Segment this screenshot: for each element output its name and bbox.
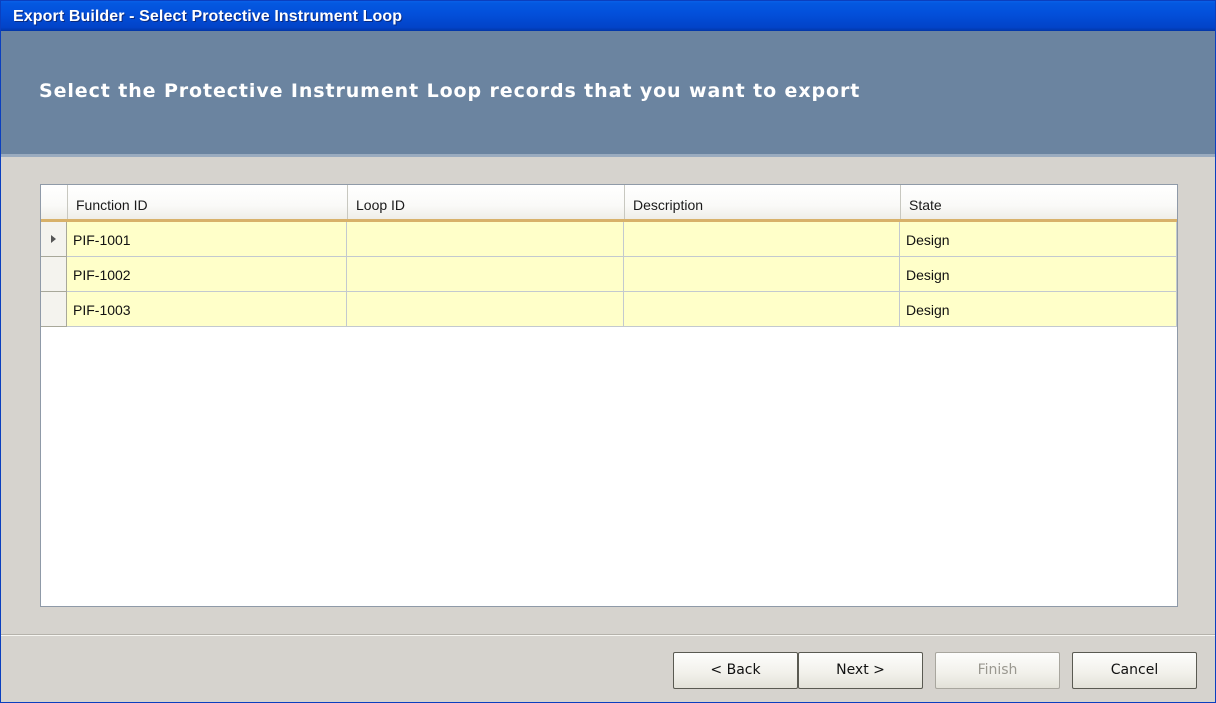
- table-row[interactable]: PIF-1003 Design: [41, 292, 1177, 327]
- page-heading: Select the Protective Instrument Loop re…: [39, 80, 861, 102]
- cell-function-id[interactable]: PIF-1002: [67, 257, 347, 292]
- row-selector[interactable]: [41, 222, 67, 257]
- cancel-button[interactable]: Cancel: [1072, 652, 1197, 689]
- cell-function-id[interactable]: PIF-1001: [67, 222, 347, 257]
- header-banner: Select the Protective Instrument Loop re…: [1, 31, 1215, 154]
- export-builder-dialog: Export Builder - Select Protective Instr…: [0, 0, 1216, 703]
- current-row-arrow-icon: [51, 235, 56, 243]
- cell-description[interactable]: [624, 292, 900, 327]
- window-title: Export Builder - Select Protective Instr…: [13, 8, 403, 25]
- row-selector[interactable]: [41, 257, 67, 292]
- cell-description[interactable]: [624, 257, 900, 292]
- column-header-state[interactable]: State: [900, 185, 1177, 219]
- table-row[interactable]: PIF-1002 Design: [41, 257, 1177, 292]
- column-header-loop-id[interactable]: Loop ID: [347, 185, 624, 219]
- row-selector-header: [41, 185, 67, 219]
- back-button[interactable]: < Back: [673, 652, 798, 689]
- cell-function-id[interactable]: PIF-1003: [67, 292, 347, 327]
- next-button[interactable]: Next >: [798, 652, 923, 689]
- banner-divider: [1, 154, 1215, 157]
- cell-state[interactable]: Design: [900, 292, 1177, 327]
- cell-loop-id[interactable]: [347, 257, 624, 292]
- finish-button[interactable]: Finish: [935, 652, 1060, 689]
- cell-state[interactable]: Design: [900, 222, 1177, 257]
- column-header-function-id[interactable]: Function ID: [67, 185, 347, 219]
- cell-state[interactable]: Design: [900, 257, 1177, 292]
- title-bar[interactable]: Export Builder - Select Protective Instr…: [1, 1, 1215, 31]
- cell-loop-id[interactable]: [347, 292, 624, 327]
- records-grid[interactable]: Function ID Loop ID Description State PI…: [40, 184, 1178, 607]
- footer-divider-highlight: [1, 635, 1215, 636]
- row-selector[interactable]: [41, 292, 67, 327]
- column-header-description[interactable]: Description: [624, 185, 900, 219]
- cell-description[interactable]: [624, 222, 900, 257]
- cell-loop-id[interactable]: [347, 222, 624, 257]
- grid-header: Function ID Loop ID Description State: [41, 185, 1177, 222]
- table-row[interactable]: PIF-1001 Design: [41, 222, 1177, 257]
